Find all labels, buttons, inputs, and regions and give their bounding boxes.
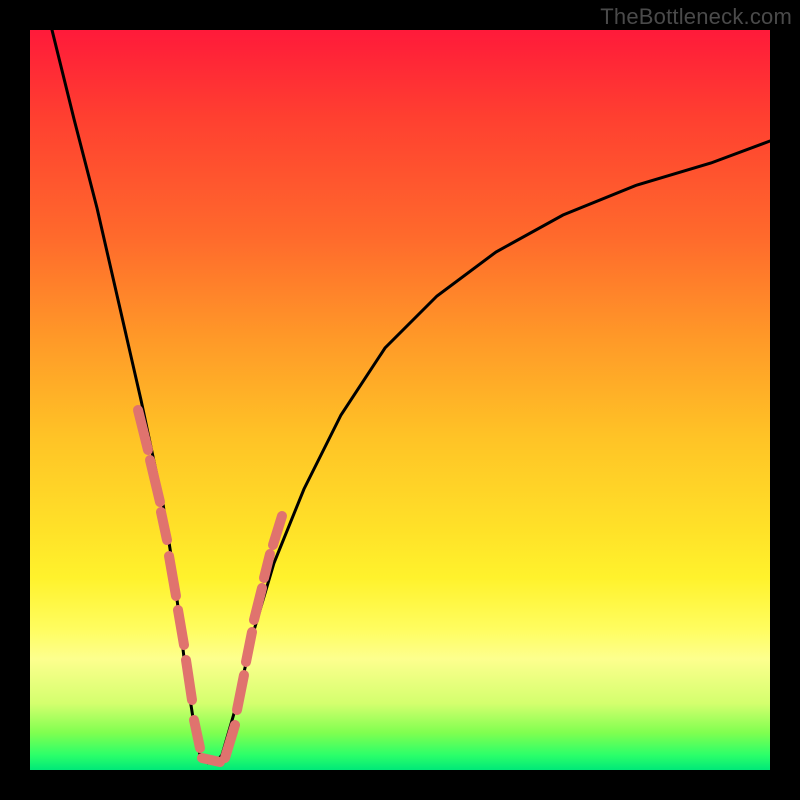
outer-frame: TheBottleneck.com xyxy=(0,0,800,800)
marker-left-3 xyxy=(161,512,167,540)
curve-svg xyxy=(30,30,770,770)
plot-area xyxy=(30,30,770,770)
marker-right-1 xyxy=(237,675,244,710)
watermark-text: TheBottleneck.com xyxy=(600,4,792,30)
marker-left-4 xyxy=(169,556,176,596)
marker-left-1 xyxy=(138,410,148,450)
marker-right-5 xyxy=(273,516,282,545)
marker-left-6 xyxy=(186,660,192,700)
marker-right-4 xyxy=(264,554,270,578)
marker-right-3 xyxy=(254,588,262,620)
bottleneck-curve xyxy=(52,30,770,763)
marker-right-2 xyxy=(246,632,252,662)
marker-bottom-2 xyxy=(202,758,220,762)
marker-bottom-1 xyxy=(194,720,200,748)
marker-bottom-3 xyxy=(225,725,235,758)
marker-left-2 xyxy=(150,460,160,502)
marker-left-5 xyxy=(178,610,184,645)
